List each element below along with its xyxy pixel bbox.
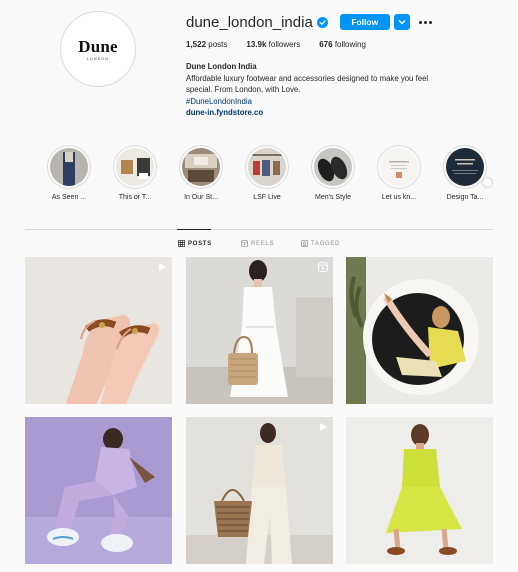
highlight-item[interactable]: Men's Style (305, 145, 361, 201)
verified-badge-icon (316, 16, 328, 28)
highlight-item[interactable]: Let us kn... (371, 145, 427, 201)
bio-hashtag-link[interactable]: #DuneLondonIndia (186, 96, 486, 108)
posts-stat: 1,522 posts (186, 40, 227, 49)
highlight-ring (311, 145, 355, 189)
tab-posts[interactable]: POSTS (178, 240, 212, 247)
bio-line-1: Affordable luxury footwear and accessori… (186, 73, 429, 83)
highlight-label: LSF Live (253, 194, 281, 201)
post-thumbnail[interactable] (186, 257, 333, 404)
profile-stats: 1,522 posts 13.9k followers 676 followin… (186, 40, 385, 49)
profile-bio: Dune London India Affordable luxury foot… (186, 61, 486, 119)
post-thumbnail[interactable] (186, 417, 333, 564)
highlight-cover-image (116, 148, 154, 186)
highlight-item[interactable]: LSF Live (239, 145, 295, 201)
highlight-ring (179, 145, 223, 189)
profile-avatar[interactable]: Dune LONDON (60, 11, 136, 87)
grid-icon (178, 240, 185, 247)
more-options-button[interactable] (418, 14, 432, 30)
highlight-ring (47, 145, 91, 189)
highlight-label: As Seen ... (51, 194, 87, 201)
tab-tagged[interactable]: TAGGED (301, 240, 340, 247)
highlight-ring (443, 145, 487, 189)
followers-count: 13.9k (246, 40, 267, 49)
post-image (346, 257, 493, 404)
post-thumbnail[interactable] (346, 257, 493, 404)
highlight-cover-image (380, 148, 418, 186)
dot-icon (418, 20, 422, 24)
highlight-label: Design Ta... (446, 194, 484, 201)
post-image (346, 417, 493, 564)
dot-icon (423, 20, 427, 24)
following-stat[interactable]: 676 following (319, 40, 366, 49)
highlight-cover-image (50, 148, 88, 186)
highlight-item[interactable]: In Our St... (173, 145, 229, 201)
highlight-item[interactable]: This or T... (107, 145, 163, 201)
highlight-cover-image (182, 148, 220, 186)
post-thumbnail[interactable] (346, 417, 493, 564)
dot-icon (428, 20, 432, 24)
story-highlights: As Seen ... This or T... In Our St... LS… (42, 145, 502, 205)
avatar-logo: Dune (78, 36, 118, 56)
followers-stat[interactable]: 13.9k followers (246, 40, 300, 49)
follow-button[interactable]: Follow (339, 14, 390, 30)
following-stat-label: following (334, 40, 366, 49)
username: dune_london_india (186, 13, 313, 31)
post-image (25, 257, 172, 404)
highlight-ring (377, 145, 421, 189)
highlight-label: In Our St... (184, 194, 218, 201)
reels-icon (318, 262, 328, 272)
post-thumbnail[interactable] (25, 257, 172, 404)
post-thumbnail[interactable] (25, 417, 172, 564)
post-image (25, 417, 172, 564)
chevron-down-icon (398, 20, 406, 25)
highlight-label: Men's Style (315, 194, 351, 201)
highlight-ring (245, 145, 289, 189)
highlight-cover-image (314, 148, 352, 186)
video-icon (320, 423, 327, 431)
highlight-item[interactable]: Design Ta... (437, 145, 493, 201)
username-row: dune_london_india Follow (186, 12, 432, 32)
highlight-label: This or T... (118, 194, 152, 201)
tab-tagged-label: TAGGED (311, 240, 341, 247)
highlight-cover-image (248, 148, 286, 186)
post-image (186, 417, 333, 564)
bio-name: Dune London India (186, 62, 257, 71)
posts-count: 1,522 (186, 40, 207, 49)
active-tab-indicator (177, 229, 211, 230)
highlight-ring (113, 145, 157, 189)
tab-reels[interactable]: REELS (241, 240, 274, 247)
highlight-label: Let us kn... (381, 194, 417, 201)
following-count: 676 (319, 40, 333, 49)
bio-line-2: special. From London, with Love. (186, 85, 301, 94)
highlights-next-button[interactable] (483, 178, 492, 187)
highlight-item[interactable]: As Seen ... (41, 145, 97, 201)
highlight-cover-image (446, 148, 484, 186)
followers-stat-label: followers (268, 40, 301, 49)
tab-posts-label: POSTS (188, 240, 212, 247)
avatar-logo-sub: LONDON (86, 56, 110, 61)
tab-reels-label: REELS (251, 240, 275, 247)
tabs-divider (25, 229, 493, 230)
post-image (186, 257, 333, 404)
reels-icon (241, 240, 248, 247)
suggested-accounts-button[interactable] (393, 14, 410, 30)
posts-stat-label: posts (208, 40, 228, 49)
video-icon (159, 263, 166, 271)
tagged-icon (301, 240, 308, 247)
bio-website-link[interactable]: dune-in.fyndstore.co (186, 107, 486, 119)
